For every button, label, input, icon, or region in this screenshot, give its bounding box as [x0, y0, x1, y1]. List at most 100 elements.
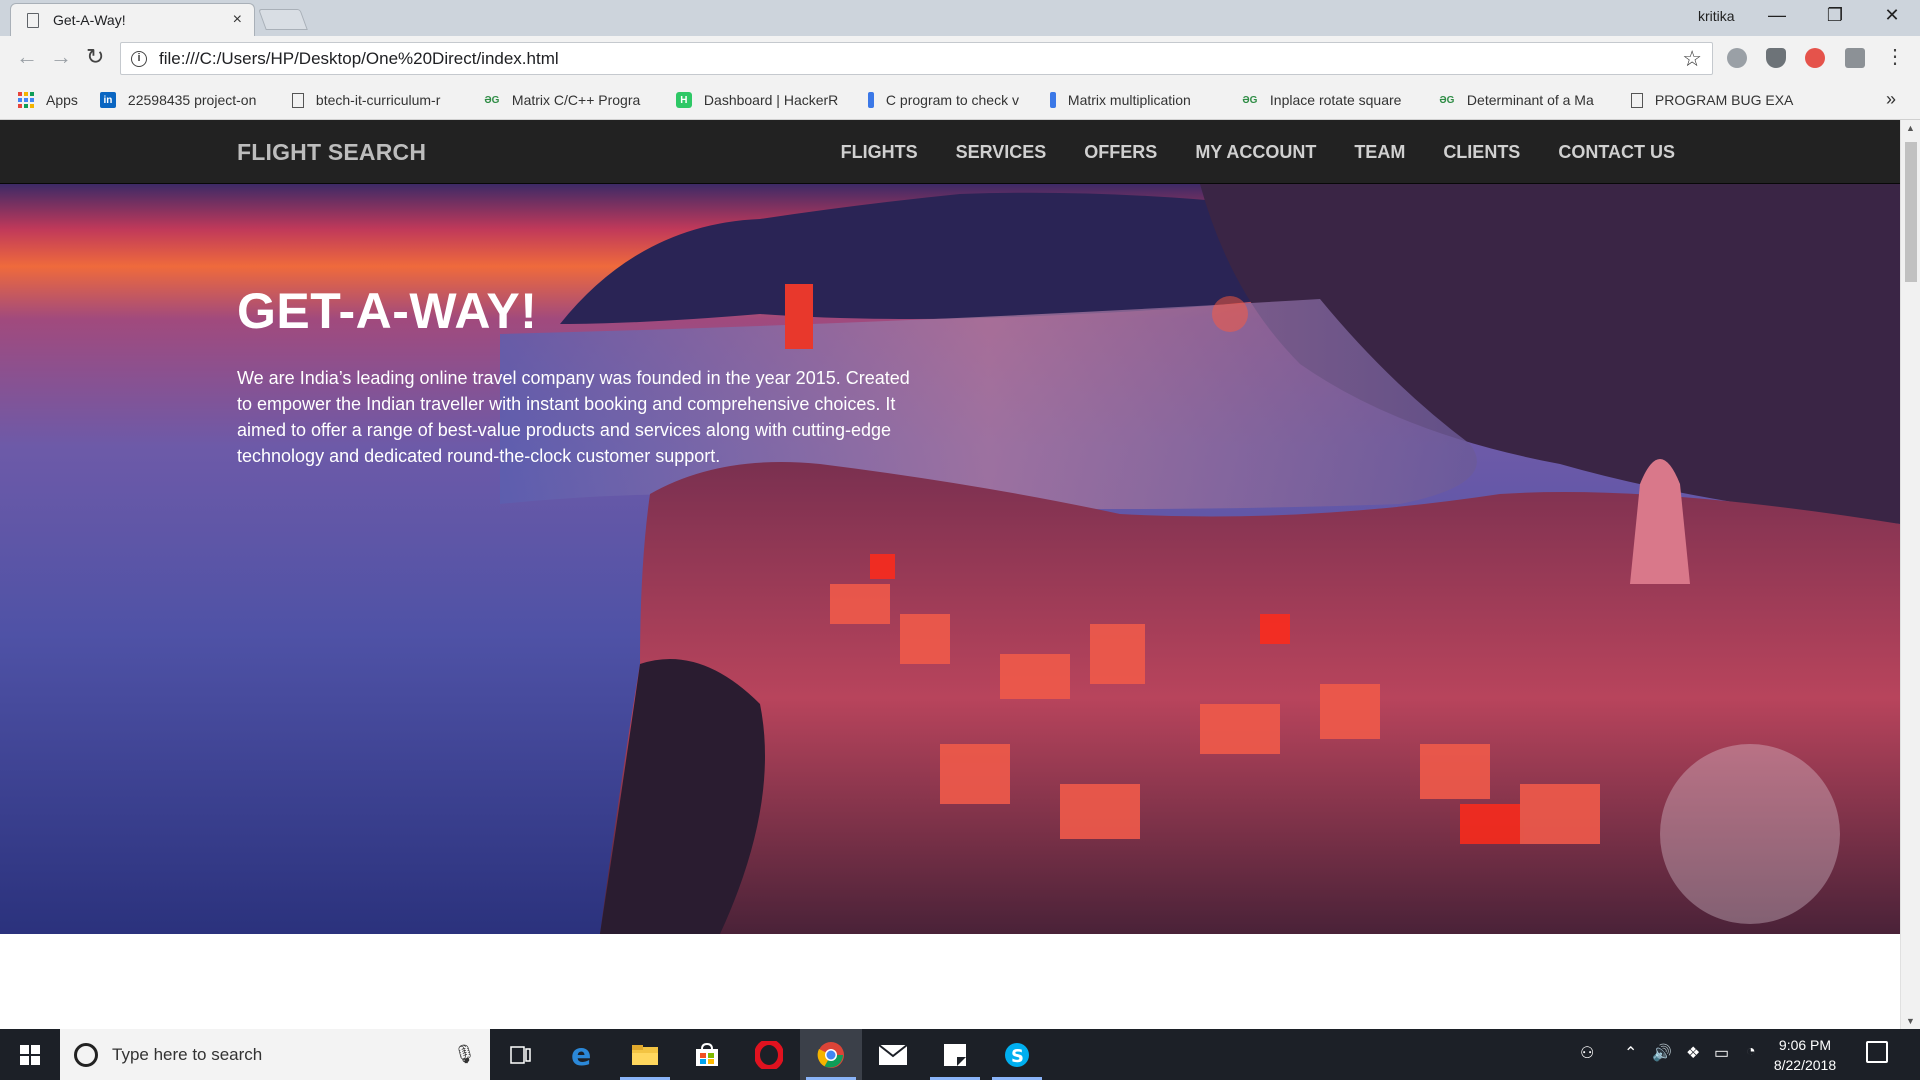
bookmark-icon: [867, 92, 874, 108]
document-icon: [1630, 92, 1643, 108]
copy-extension-icon[interactable]: [1845, 48, 1865, 68]
bookmark-hackerrank[interactable]: H Dashboard | HackerR: [675, 92, 846, 108]
scroll-down-icon[interactable]: ▼: [1906, 1016, 1915, 1026]
battery-icon[interactable]: ▭: [1714, 1043, 1729, 1063]
profile-name[interactable]: kritika: [1698, 8, 1735, 24]
bookmarks-bar: Apps in 22598435 project-on btech-it-cur…: [0, 81, 1920, 120]
bookmark-label: Dashboard | HackerR: [703, 92, 839, 108]
bookmark-icon: [1049, 92, 1056, 108]
clock-date: 8/22/2018: [1773, 1057, 1837, 1073]
clock-time: 9:06 PM: [1778, 1037, 1832, 1053]
info-icon[interactable]: i: [131, 50, 147, 67]
document-icon: [27, 12, 39, 28]
wifi-icon[interactable]: ◔: [1746, 1043, 1756, 1061]
adblock-extension-icon[interactable]: [1805, 48, 1825, 68]
search-placeholder[interactable]: Type here to search: [112, 1045, 453, 1065]
task-view-icon[interactable]: [490, 1029, 552, 1080]
tab-close-icon[interactable]: ×: [233, 11, 242, 29]
edge-icon[interactable]: e: [552, 1029, 614, 1080]
back-arrow-icon[interactable]: ←: [16, 44, 38, 70]
bookmark-inplace-rotate[interactable]: ƏG Inplace rotate square: [1242, 92, 1417, 108]
bookmark-label: Apps: [46, 92, 78, 108]
bookmark-determinant[interactable]: ƏG Determinant of a Ma: [1439, 92, 1609, 108]
nav-services[interactable]: SERVICES: [956, 142, 1047, 163]
site-menu: FLIGHTS SERVICES OFFERS MY ACCOUNT TEAM …: [803, 142, 1675, 163]
apps-grid-icon: [18, 92, 34, 108]
nav-clients[interactable]: CLIENTS: [1443, 142, 1520, 163]
bookmark-curriculum[interactable]: btech-it-curriculum-r: [291, 92, 462, 108]
site-brand[interactable]: FLIGHT SEARCH: [237, 139, 426, 166]
taskbar-clock[interactable]: 9:06 PM 8/22/2018: [1770, 1035, 1840, 1075]
forward-arrow-icon[interactable]: →: [50, 44, 72, 70]
taskbar-search[interactable]: Type here to search 🎙: [60, 1029, 490, 1080]
hero-section: GET-A-WAY! We are India’s leading online…: [0, 184, 1900, 934]
nav-team[interactable]: TEAM: [1354, 142, 1405, 163]
chrome-menu-icon[interactable]: ⋮: [1885, 44, 1905, 69]
skype-icon[interactable]: S: [986, 1029, 1048, 1080]
bookmarks-overflow-icon[interactable]: »: [1886, 89, 1896, 110]
bookmark-matrix-mult[interactable]: Matrix multiplication: [1049, 92, 1220, 108]
bookmark-label: PROGRAM BUG EXA: [1654, 92, 1794, 108]
bookmark-linkedin[interactable]: in 22598435 project-on: [99, 92, 270, 108]
bookmark-label: Matrix multiplication: [1067, 92, 1191, 108]
restore-button[interactable]: ❐: [1820, 5, 1850, 26]
address-bar[interactable]: i file:///C:/Users/HP/Desktop/One%20Dire…: [120, 42, 1713, 75]
extension-icon[interactable]: [1727, 48, 1747, 68]
bookmark-c-program[interactable]: C program to check v: [867, 92, 1028, 108]
shield-extension-icon[interactable]: [1766, 48, 1786, 68]
svg-text:e: e: [571, 1041, 591, 1069]
windows-logo-icon: [20, 1044, 40, 1065]
page-viewport: FLIGHT SEARCH FLIGHTS SERVICES OFFERS MY…: [0, 120, 1920, 1029]
microphone-icon[interactable]: 🎙: [453, 1044, 476, 1065]
scroll-thumb[interactable]: [1905, 142, 1917, 282]
bookmark-matrix-c[interactable]: ƏG Matrix C/C++ Progra: [484, 92, 654, 108]
minimize-button[interactable]: —: [1762, 5, 1792, 26]
svg-text:S: S: [1011, 1046, 1024, 1067]
bookmark-label: C program to check v: [885, 92, 1019, 108]
chevron-up-icon[interactable]: ⌃: [1624, 1043, 1637, 1063]
nav-flights[interactable]: FLIGHTS: [841, 142, 918, 163]
document-icon: [291, 92, 304, 108]
nav-offers[interactable]: OFFERS: [1084, 142, 1157, 163]
bookmark-label: Matrix C/C++ Progra: [511, 92, 641, 108]
cortana-icon[interactable]: [74, 1042, 98, 1067]
browser-toolbar: ← → ↻ i file:///C:/Users/HP/Desktop/One%…: [0, 36, 1920, 81]
geeksforgeeks-icon: ƏG: [1439, 94, 1455, 106]
scroll-up-icon[interactable]: ▲: [1906, 123, 1915, 133]
bookmark-apps[interactable]: Apps: [18, 92, 78, 108]
browser-tab[interactable]: Get-A-Way! ×: [10, 3, 255, 36]
new-tab-button[interactable]: [258, 9, 308, 30]
linkedin-icon: in: [99, 92, 116, 108]
nav-contact-us[interactable]: CONTACT US: [1558, 142, 1675, 163]
nav-my-account[interactable]: MY ACCOUNT: [1195, 142, 1316, 163]
bookmark-star-icon[interactable]: ☆: [1682, 46, 1702, 72]
bookmark-program-bug[interactable]: PROGRAM BUG EXA: [1630, 92, 1801, 108]
reload-icon[interactable]: ↻: [86, 44, 104, 70]
page-scrollbar[interactable]: ▲ ▼: [1900, 120, 1920, 1029]
bookmark-label: Inplace rotate square: [1269, 92, 1402, 108]
hero-description: We are India’s leading online travel com…: [237, 368, 910, 466]
tab-title: Get-A-Way!: [53, 12, 126, 28]
dropbox-icon[interactable]: ❖: [1686, 1043, 1700, 1063]
chrome-icon[interactable]: [800, 1029, 862, 1080]
file-explorer-icon[interactable]: [614, 1029, 676, 1080]
store-icon[interactable]: [676, 1029, 738, 1080]
geeksforgeeks-icon: ƏG: [484, 94, 500, 106]
sticky-notes-icon[interactable]: [924, 1029, 986, 1080]
action-center-icon[interactable]: [1866, 1041, 1888, 1063]
opera-icon[interactable]: [738, 1029, 800, 1080]
hero-title: GET-A-WAY!: [237, 283, 538, 339]
start-button[interactable]: [0, 1029, 60, 1080]
bookmark-label: btech-it-curriculum-r: [315, 92, 441, 108]
hackerrank-icon: H: [675, 92, 692, 108]
windows-taskbar: Type here to search 🎙 e S ⚇ ⌃ 🔊 ❖ ▭ ◔ 9:…: [0, 1029, 1920, 1080]
mail-icon[interactable]: [862, 1029, 924, 1080]
bookmark-label: 22598435 project-on: [127, 92, 257, 108]
bookmark-label: Determinant of a Ma: [1466, 92, 1594, 108]
close-window-button[interactable]: ✕: [1877, 5, 1907, 26]
people-icon[interactable]: ⚇: [1580, 1043, 1594, 1063]
site-navbar: FLIGHT SEARCH FLIGHTS SERVICES OFFERS MY…: [0, 120, 1900, 184]
url-text[interactable]: file:///C:/Users/HP/Desktop/One%20Direct…: [159, 49, 1682, 69]
volume-icon[interactable]: 🔊: [1652, 1043, 1672, 1063]
browser-titlebar: Get-A-Way! × kritika — ❐ ✕: [0, 0, 1920, 36]
